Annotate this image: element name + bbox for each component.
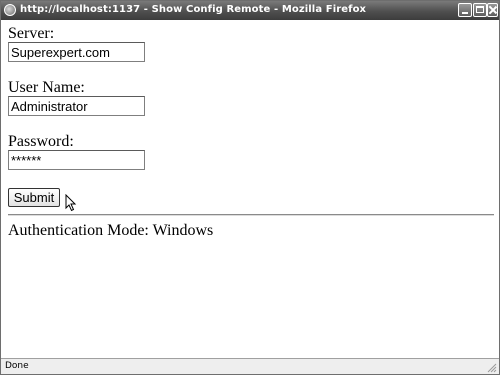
server-label: Server: (8, 25, 55, 42)
password-input[interactable] (8, 150, 145, 170)
minimize-icon[interactable] (458, 3, 472, 17)
username-label: User Name: (8, 79, 85, 96)
maximize-icon[interactable] (473, 3, 487, 17)
firefox-icon (4, 4, 16, 16)
title-bar: http://localhost:1137 - Show Config Remo… (1, 1, 499, 20)
mouse-pointer-icon (65, 194, 77, 212)
submit-button[interactable]: Submit (8, 188, 60, 207)
page-content: Server: User Name: Password: Submit Auth… (1, 20, 499, 358)
status-text: Done (5, 361, 29, 371)
status-bar: Done (1, 358, 499, 374)
password-label: Password: (8, 133, 74, 150)
auth-mode-text: Authentication Mode: Windows (8, 222, 214, 239)
window-title: http://localhost:1137 - Show Config Remo… (20, 4, 367, 15)
server-input[interactable] (8, 42, 145, 62)
horizontal-divider (8, 214, 494, 216)
browser-window: http://localhost:1137 - Show Config Remo… (0, 0, 500, 375)
close-icon[interactable] (487, 3, 498, 17)
username-input[interactable] (8, 96, 145, 116)
resize-grip-icon[interactable] (485, 361, 497, 373)
